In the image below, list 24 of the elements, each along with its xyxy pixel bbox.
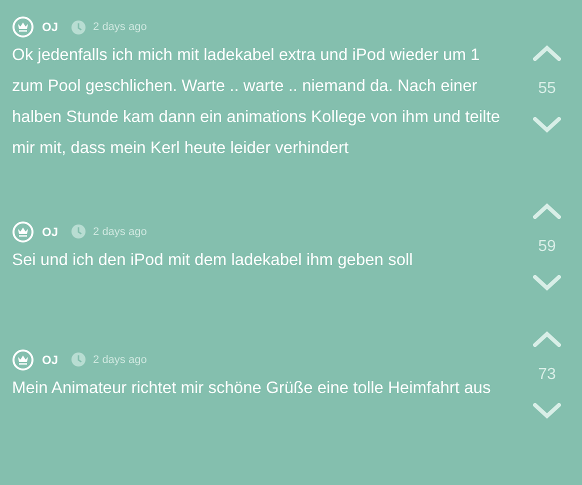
author-name: OJ (42, 352, 58, 366)
post-text: Ok jedenfalls ich mich mit ladekabel extra und iPod wieder um 1 zum Pool geschlichen. Warte .. warte .. niemand da. Nach einer halben Stunde kam dann ein animations Kollege von ihm und teilte mir mit, dass mein Kerl heute leider verhindert (12, 45, 501, 159)
crown-icon (12, 16, 34, 38)
downvote-button[interactable] (532, 116, 562, 134)
author-name: OJ (42, 20, 58, 34)
post-time: 2 days ago (93, 354, 147, 366)
downvote-button[interactable] (532, 402, 562, 420)
upvote-button[interactable] (532, 44, 562, 62)
crown-icon (12, 220, 34, 242)
vote-count: 55 (538, 80, 556, 98)
vote-count: 59 (538, 238, 556, 256)
post-text: Sei und ich den iPod mit dem ladekabel ihm geben soll (12, 250, 414, 270)
clock-icon (71, 224, 86, 239)
downvote-button[interactable] (532, 274, 562, 292)
author-name: OJ (42, 224, 58, 238)
clock-icon (71, 352, 86, 367)
clock-icon (71, 20, 86, 34)
crown-icon (12, 348, 34, 370)
post-time: 2 days ago (93, 226, 147, 238)
vote-count: 73 (538, 366, 556, 384)
upvote-button[interactable] (532, 330, 562, 348)
upvote-button[interactable] (532, 202, 562, 220)
post-text: Mein Animateur richtet mir schöne Grüße eine tolle Heimfahrt aus (12, 378, 492, 398)
post-time: 2 days ago (93, 21, 147, 33)
